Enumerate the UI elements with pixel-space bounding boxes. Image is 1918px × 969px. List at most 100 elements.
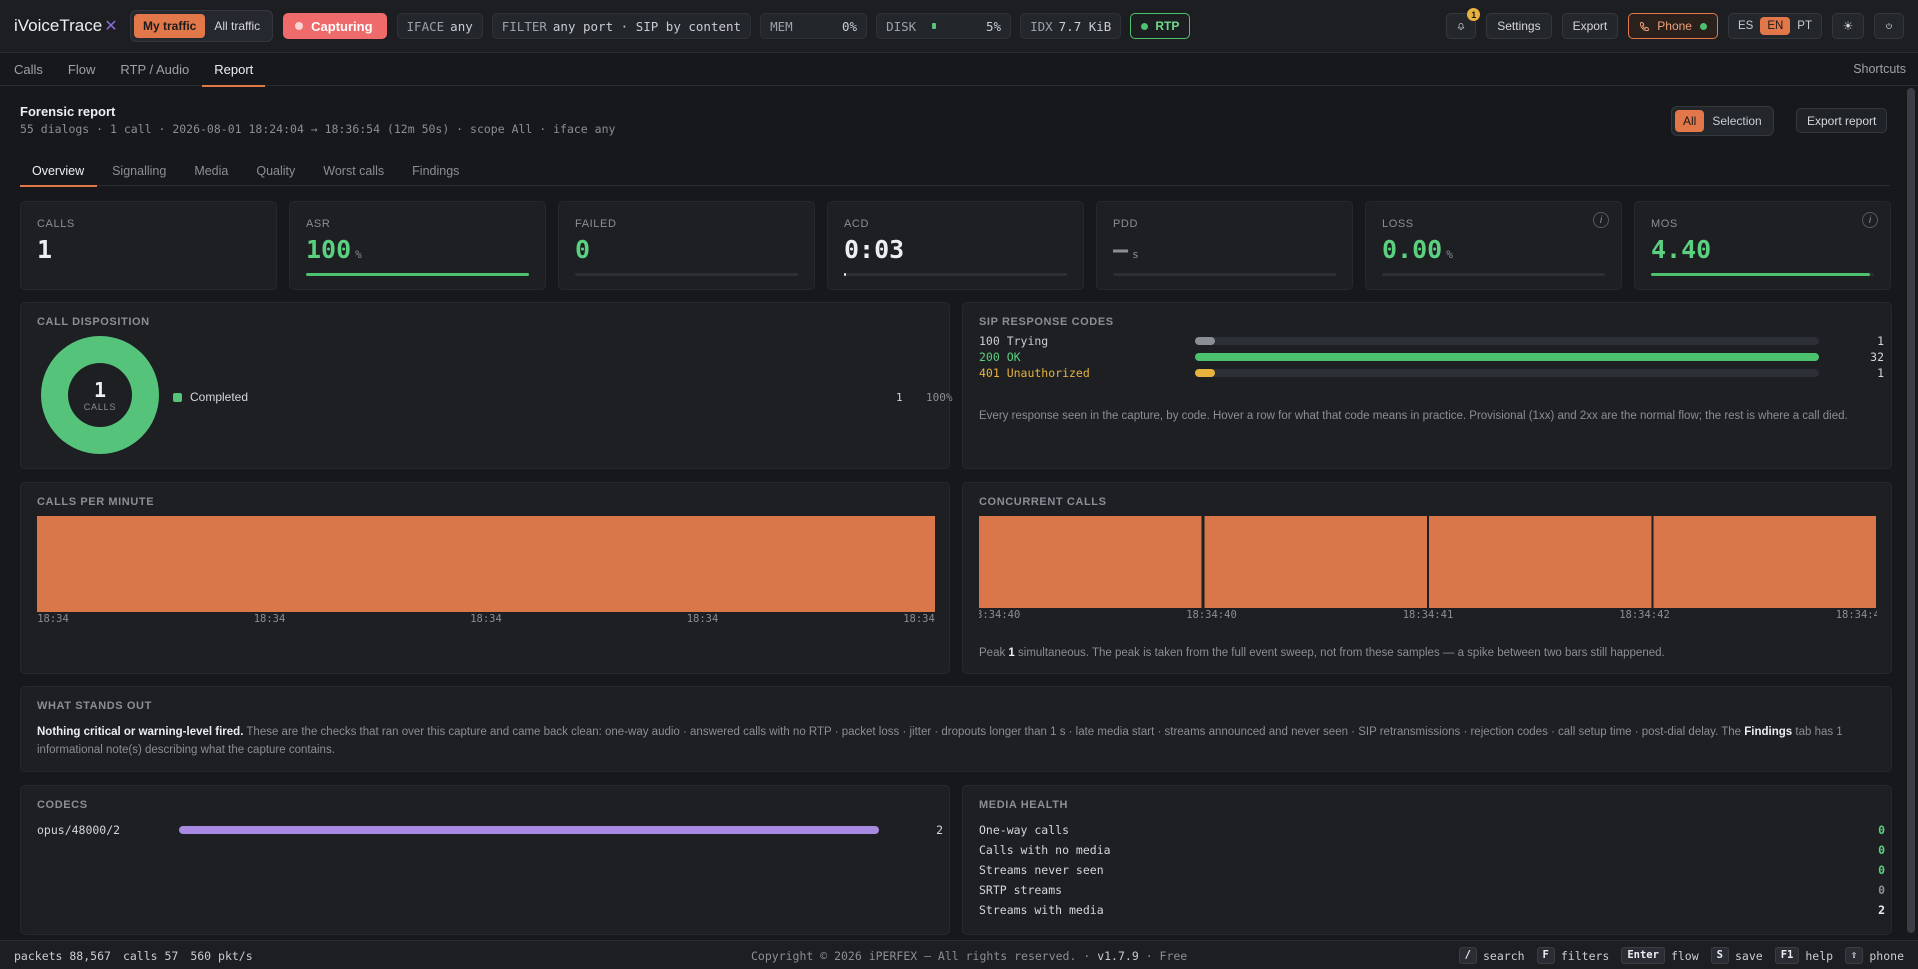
subtab-overview[interactable]: Overview — [20, 156, 98, 187]
concurrent-calls-panel: CONCURRENT CALLS 18:34:4018:34:4018:34:4… — [962, 482, 1892, 674]
media-health-value: 0 — [1878, 823, 1885, 837]
chart-bar[interactable] — [37, 516, 935, 612]
info-icon[interactable]: i — [1862, 212, 1878, 228]
sip-code-bar-track — [1195, 353, 1819, 361]
theme-toggle-button[interactable]: ☀ — [1832, 13, 1864, 39]
subtab-findings[interactable]: Findings — [412, 156, 459, 186]
iface-label: IFACE — [406, 18, 445, 34]
panel-title: SIP RESPONSE CODES — [979, 316, 1114, 328]
kpi-unit: % — [1446, 248, 1453, 261]
note-text: Peak — [979, 647, 1009, 659]
kpi-value: 100% — [306, 235, 529, 264]
chart-bar[interactable] — [1429, 516, 1652, 608]
filter-pill[interactable]: FILTER any port · SIP by content — [491, 13, 752, 39]
chart-bar[interactable] — [979, 516, 1202, 608]
findings-link[interactable]: Findings — [1744, 726, 1792, 738]
shortcut-key: F — [1536, 947, 1555, 964]
tab-report[interactable]: Report — [202, 53, 266, 87]
media-health-label: SRTP streams — [979, 883, 1063, 897]
sip-code-row[interactable]: 401 Unauthorized 1 — [979, 365, 1884, 381]
packet-rate: 560 pkt/s — [190, 949, 253, 963]
copyright-text: Copyright © 2026 iPERFEX — All rights re… — [751, 949, 1091, 963]
scope-all-button[interactable]: All — [1675, 110, 1705, 132]
kpi-failed: FAILED 0 — [558, 201, 815, 290]
settings-button[interactable]: Settings — [1486, 13, 1552, 39]
legend-item[interactable]: Completed 1 100% — [173, 390, 953, 404]
my-traffic-button[interactable]: My traffic — [134, 14, 206, 38]
media-health-panel: MEDIA HEALTH One-way calls 0 Calls with no… — [962, 785, 1892, 935]
subtab-worst-calls[interactable]: Worst calls — [323, 156, 384, 186]
tab-rtp-audio[interactable]: RTP / Audio — [120, 53, 189, 86]
disk-value: 5% — [985, 18, 1002, 34]
shortcut-label: flow — [1670, 948, 1699, 963]
tab-flow[interactable]: Flow — [68, 53, 95, 86]
tab-calls[interactable]: Calls — [14, 53, 43, 86]
edition: · Free — [1145, 949, 1188, 963]
lang-en-button[interactable]: EN — [1760, 17, 1791, 35]
phone-status-dot-icon — [1699, 22, 1707, 30]
capture-button[interactable]: Capturing — [283, 13, 387, 39]
info-icon[interactable]: i — [1593, 212, 1609, 228]
scrollbar[interactable] — [1907, 88, 1915, 933]
sip-code-count: 32 — [1870, 350, 1884, 364]
rtp-indicator[interactable]: RTP — [1130, 13, 1191, 39]
kpi-value-text: 0:03 — [844, 235, 905, 264]
all-traffic-button[interactable]: All traffic — [205, 14, 269, 38]
kpi-value: 4.40 — [1651, 235, 1874, 264]
lang-pt-button[interactable]: PT — [1790, 17, 1819, 35]
scope-selection-button[interactable]: Selection — [1704, 110, 1769, 132]
app-logo: iVoiceTrace ✕ — [14, 16, 118, 36]
chart-bar[interactable] — [1653, 516, 1877, 608]
chart-bar[interactable] — [1204, 516, 1428, 608]
scope-toggle: All Selection — [1671, 106, 1774, 136]
standout-text: Nothing critical or warning-level fired.… — [37, 723, 1877, 759]
export-button[interactable]: Export — [1561, 13, 1619, 39]
standout-lead: Nothing critical or warning-level fired. — [37, 726, 244, 738]
subtab-signalling[interactable]: Signalling — [112, 156, 166, 186]
kpi-label: ACD — [844, 218, 870, 230]
codec-row[interactable]: opus/48000/2 2 — [37, 823, 943, 837]
sun-icon: ☀ — [1842, 19, 1854, 33]
sip-code-row[interactable]: 100 Trying 1 — [979, 333, 1884, 349]
codec-count: 2 — [936, 823, 943, 837]
panel-title: CONCURRENT CALLS — [979, 496, 1107, 508]
subtab-media[interactable]: Media — [194, 156, 228, 186]
kpi-label: CALLS — [37, 218, 75, 230]
export-report-button[interactable]: Export report — [1796, 108, 1888, 133]
rtp-label: RTP — [1155, 19, 1180, 33]
keyboard-shortcuts: / search Ffilters Enter flow Ssave F1 help ⇧ phon… — [1447, 947, 1904, 964]
x-tick-label: 18:34 — [903, 613, 935, 625]
subtab-quality[interactable]: Quality — [256, 156, 295, 186]
idx-label: IDX — [1030, 18, 1053, 34]
media-health-label: One-way calls — [979, 823, 1070, 837]
lang-es-button[interactable]: ES — [1731, 17, 1760, 35]
iface-pill[interactable]: IFACE any — [396, 13, 483, 39]
phone-label: Phone — [1657, 19, 1692, 33]
codec-bar-track — [179, 826, 879, 834]
language-switcher: ES EN PT — [1727, 13, 1822, 39]
x-tick-label: 18:34:41 — [1403, 609, 1454, 621]
mem-label: MEM — [770, 18, 793, 34]
shortcut-label: help — [1805, 948, 1834, 963]
phone-button[interactable]: Phone — [1628, 13, 1718, 39]
panel-title: CODECS — [37, 799, 88, 811]
concurrent-note: Peak 1 simultaneous. The peak is taken f… — [979, 644, 1665, 662]
shortcuts-link[interactable]: Shortcuts — [1853, 62, 1906, 76]
codec-bar-fill — [179, 826, 879, 834]
power-button[interactable] — [1874, 13, 1904, 39]
kpi-loss: i LOSS 0.00% — [1365, 201, 1622, 290]
donut-total: 1 — [93, 378, 107, 402]
notifications-button[interactable]: 1 — [1446, 8, 1481, 39]
kpi-value-text: 0.00 — [1382, 235, 1443, 264]
shortcut-label: search — [1483, 948, 1525, 963]
kpi-label: FAILED — [575, 218, 617, 230]
kpi-label: PDD — [1113, 218, 1139, 230]
sip-code-row[interactable]: 200 OK 32 — [979, 349, 1884, 365]
report-subtabs: Overview Signalling Media Quality Worst … — [20, 156, 1890, 187]
sip-code-bar-track — [1195, 337, 1819, 345]
kpi-label: ASR — [306, 218, 331, 230]
calls-per-minute-chart: 18:34 18:34 18:34 18:34 18:34 — [37, 516, 935, 625]
media-health-label: Streams never seen — [979, 863, 1104, 877]
kpi-level-track — [844, 273, 1067, 276]
shortcut-key: ⇧ — [1845, 947, 1864, 964]
